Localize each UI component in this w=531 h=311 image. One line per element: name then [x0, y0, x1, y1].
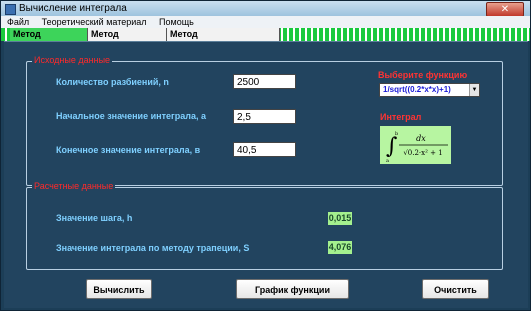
integral-sign-icon: ∫: [386, 134, 398, 159]
menu-file[interactable]: Файл: [7, 17, 29, 27]
tab-rectangles[interactable]: Метод прямоугольников: [167, 28, 280, 52]
tab-simpson[interactable]: Метод Симпсона: [88, 28, 167, 52]
integral-result-label: Значение интеграла по методу трапеции, S: [56, 243, 250, 253]
window-title: Вычисление интеграла: [19, 3, 127, 14]
trapezoid-panel: Исходные данные Количество разбиений, n …: [4, 41, 528, 308]
chevron-down-icon[interactable]: ▼: [469, 84, 479, 96]
close-button[interactable]: ✕: [486, 2, 524, 17]
partitions-input[interactable]: 2500: [233, 74, 296, 89]
menu-help[interactable]: Помощь: [159, 17, 194, 27]
integral-numerator: dx: [416, 134, 426, 143]
results-group: Расчетные данные: [26, 181, 503, 270]
calculate-button[interactable]: Вычислить: [86, 279, 152, 299]
clear-button[interactable]: Очистить: [422, 279, 489, 299]
integral-label: Интеграл: [380, 112, 422, 122]
input-group-title: Исходные данные: [32, 55, 113, 65]
function-select-label: Выберите функцию: [378, 70, 468, 80]
plot-function-button[interactable]: График функции: [236, 279, 349, 299]
integral-formula-svg: ∫ b a dx √0.2·x² + 1: [386, 131, 448, 164]
tab-strip: Метод трапеции Метод Симпсона Метод прям…: [1, 28, 530, 52]
tab-trapezoid[interactable]: Метод трапеции: [10, 28, 88, 52]
integral-upper-limit: b: [395, 131, 398, 137]
end-value-input[interactable]: 40,5: [233, 142, 296, 157]
start-value-label: Начальное значение интеграла, а: [56, 111, 206, 121]
partitions-label: Количество разбиений, n: [56, 77, 169, 87]
menu-bar: Файл Теоретический материал Помощь: [1, 16, 530, 28]
start-value-input[interactable]: 2,5: [233, 109, 296, 124]
app-icon: [5, 4, 16, 15]
title-bar: Вычисление интеграла ✕: [1, 1, 530, 17]
step-label: Значение шага, h: [56, 213, 133, 223]
function-select-value: 1/sqrt((0.2*x*x)+1): [383, 85, 451, 94]
integral-lower-limit: a: [386, 158, 389, 164]
integral-formula: ∫ b a dx √0.2·x² + 1: [380, 126, 451, 164]
results-group-title: Расчетные данные: [32, 181, 116, 191]
integral-denominator: √0.2·x² + 1: [403, 149, 442, 157]
menu-theory[interactable]: Теоретический материал: [42, 17, 147, 27]
app-window: Вычисление интеграла ✕ Файл Теоретически…: [0, 0, 531, 311]
step-value: 0,015: [328, 212, 352, 225]
end-value-label: Конечное значение интеграла, в: [56, 145, 201, 155]
integral-result-value: 4,076: [328, 241, 352, 254]
function-select[interactable]: 1/sqrt((0.2*x*x)+1) ▼: [379, 83, 480, 97]
